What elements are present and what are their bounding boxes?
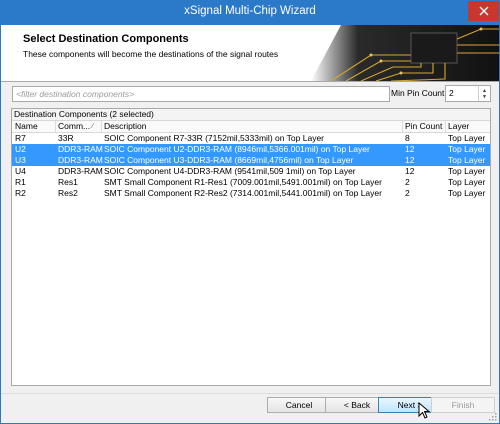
cancel-button[interactable]: Cancel [267,397,331,413]
circuit-board-banner [311,25,499,81]
table-row[interactable]: U2 DDR3-RAM SOIC Component U2-DDR3-RAM (89… [12,144,490,155]
cell-description: SMT Small Component R1-Res1 (7009.001mil… [104,177,382,187]
close-icon [479,6,488,16]
table-row[interactable]: R2 Res2 SMT Small Component R2-Res2 (7314.… [12,188,490,199]
cell-comment: Res2 [58,188,78,198]
table-row[interactable]: R7 33R SOIC Component R7-33R (7152mil,5333… [12,133,490,144]
cell-name: R1 [15,177,26,187]
close-button[interactable] [468,1,499,21]
footer-divider [1,393,499,394]
cell-name: R7 [15,133,26,143]
spinner-arrows[interactable]: ▲ ▼ [478,86,490,101]
table-row[interactable]: U3 DDR3-RAM SOIC Component U3-DDR3-RAM (86… [12,155,490,166]
cell-comment: Res1 [58,177,78,187]
column-header-description[interactable]: Description [104,121,147,132]
cell-layer: Top Layer [448,133,486,143]
maximize-icon[interactable] [440,1,468,21]
cell-description: SOIC Component U2-DDR3-RAM (8946mil,5366… [104,144,370,154]
cell-layer: Top Layer [448,144,486,154]
minimize-icon[interactable] [412,1,440,21]
table-group-header: Destination Components (2 selected) [12,109,490,121]
cell-pin-count: 12 [405,144,415,154]
cell-description: SMT Small Component R2-Res2 (7314.001mil… [104,188,382,198]
column-header-pin-count[interactable]: Pin Count [405,121,442,132]
min-pin-count-value[interactable]: 2 [449,88,454,98]
cell-pin-count: 2 [405,177,410,187]
min-pin-count-spinner[interactable]: 2 ▲ ▼ [445,85,491,102]
column-header-row: Name Comm... ∕ Description Pin Count Lay… [12,121,490,133]
table-row[interactable]: R1 Res1 SMT Small Component R1-Res1 (7009.… [12,177,490,188]
min-pin-count-label: Min Pin Count: [391,88,447,98]
cell-layer: Top Layer [448,177,486,187]
wizard-window: xSignal Multi-Chip Wizard Select Destina… [0,0,500,424]
cell-pin-count: 12 [405,155,415,165]
table-row[interactable]: U4 DDR3-RAM SOIC Component U4-DDR3-RAM (95… [12,166,490,177]
page-title: Select Destination Components [23,33,189,45]
cell-pin-count: 12 [405,166,415,176]
cell-description: SOIC Component U3-DDR3-RAM (8669mil,4756… [104,155,354,165]
table-body: R7 33R SOIC Component R7-33R (7152mil,5333… [12,133,490,199]
cell-comment: DDR3-RAM [58,155,103,165]
mouse-cursor-icon [418,402,431,419]
cell-name: U3 [15,155,26,165]
cell-description: SOIC Component U4-DDR3-RAM (9541mil,509 … [104,166,356,176]
wizard-header: Select Destination Components These comp… [1,25,499,82]
finish-button: Finish [431,397,495,413]
cell-comment: 33R [58,133,74,143]
components-table: Destination Components (2 selected) Name… [11,108,491,386]
cell-layer: Top Layer [448,155,486,165]
filter-input[interactable] [12,86,390,102]
cell-description: SOIC Component R7-33R (7152mil,5333mil) … [104,133,325,143]
resize-grip-icon[interactable] [487,411,497,421]
spin-down-icon[interactable]: ▼ [482,94,487,100]
cell-layer: Top Layer [448,166,486,176]
cell-comment: DDR3-RAM [58,166,103,176]
cell-pin-count: 2 [405,188,410,198]
title-bar: xSignal Multi-Chip Wizard [1,1,499,25]
cell-name: R2 [15,188,26,198]
column-header-comment[interactable]: Comm... [58,121,90,132]
cell-pin-count: 8 [405,133,410,143]
cell-name: U4 [15,166,26,176]
cell-layer: Top Layer [448,188,486,198]
cell-name: U2 [15,144,26,154]
sort-ascending-icon: ∕ [92,123,94,130]
page-subtitle: These components will become the destina… [23,49,279,59]
column-header-name[interactable]: Name [15,121,38,132]
cell-comment: DDR3-RAM [58,144,103,154]
column-header-layer[interactable]: Layer [448,121,469,132]
